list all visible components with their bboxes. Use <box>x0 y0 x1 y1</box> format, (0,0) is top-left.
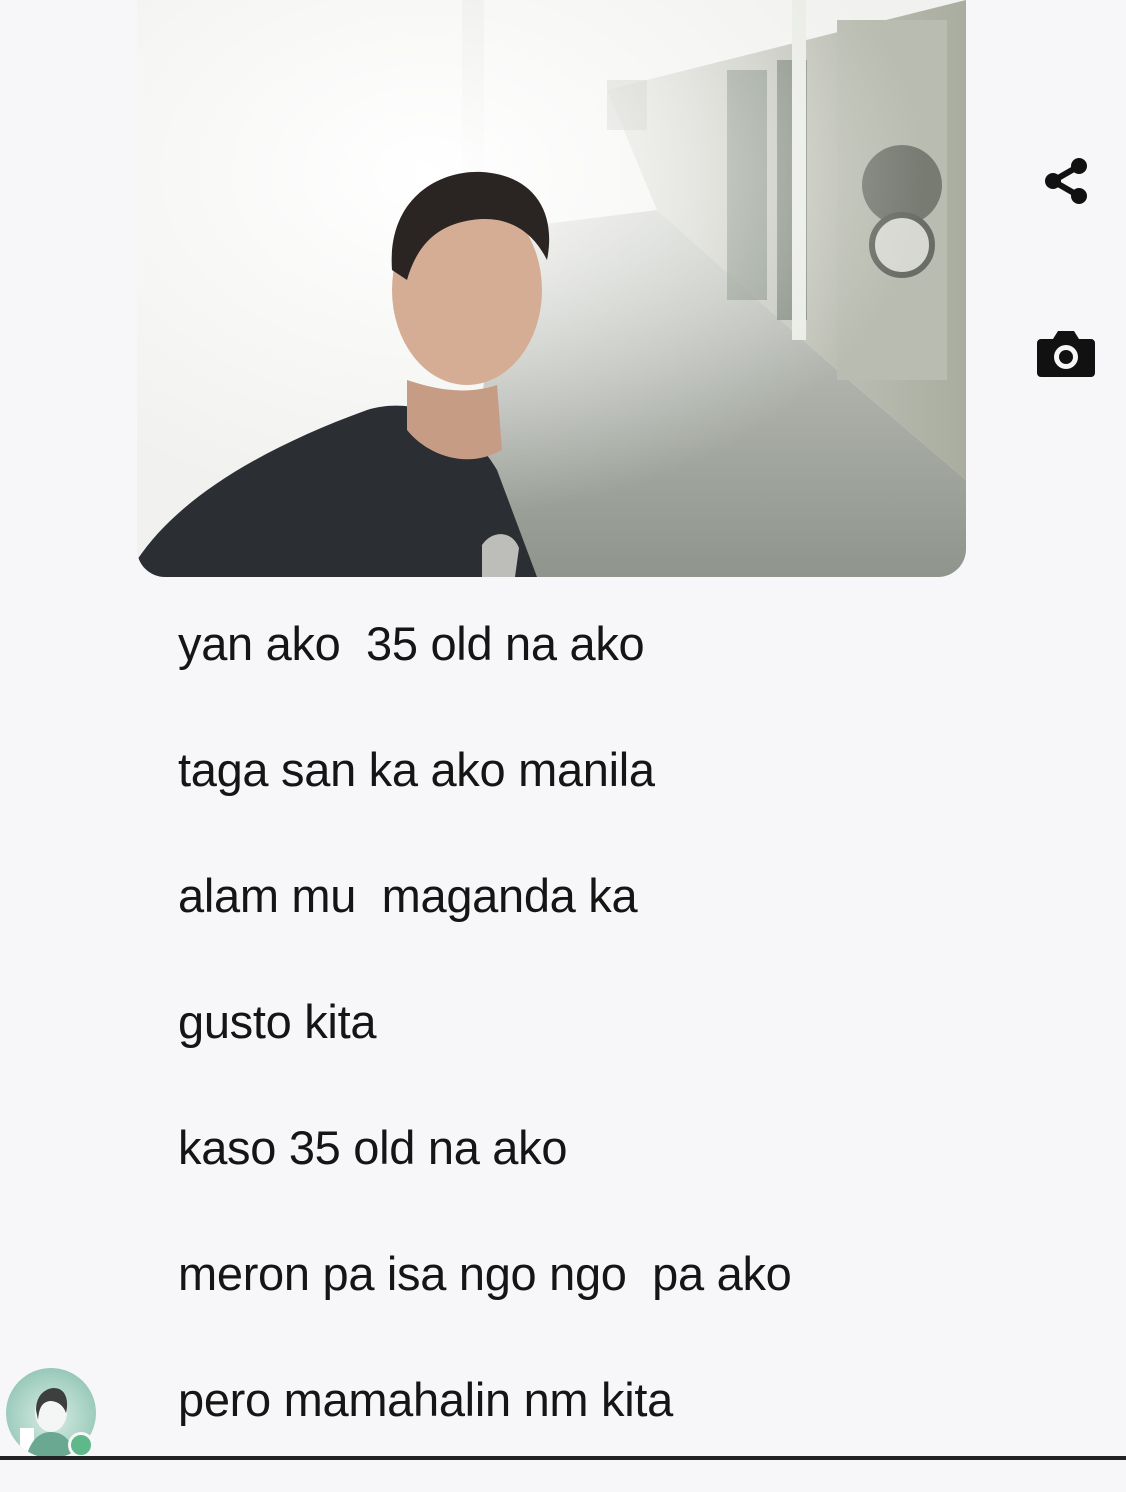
message-text[interactable]: kaso 35 old na ako <box>178 1114 1038 1240</box>
message-text[interactable]: taga san ka ako manila <box>178 736 1038 862</box>
share-button[interactable] <box>1031 146 1101 216</box>
share-icon <box>1039 154 1093 208</box>
message-text[interactable]: meron pa isa ngo ngo pa ako <box>178 1240 1038 1366</box>
message-list: yan ako 35 old na ako taga san ka ako ma… <box>178 610 1038 1492</box>
selfie-photo-image <box>137 0 966 577</box>
message-text[interactable]: alam mu maganda ka <box>178 862 1038 988</box>
shared-photo[interactable] <box>137 0 966 577</box>
message-text[interactable]: yan ako 35 old na ako <box>178 610 1038 736</box>
divider <box>0 1456 1126 1460</box>
message-text[interactable]: gusto kita <box>178 988 1038 1114</box>
message-text[interactable]: pero mamahalin nm kita <box>178 1366 1038 1492</box>
camera-icon <box>1035 327 1097 379</box>
camera-button[interactable] <box>1031 318 1101 388</box>
online-status-dot <box>68 1432 94 1458</box>
